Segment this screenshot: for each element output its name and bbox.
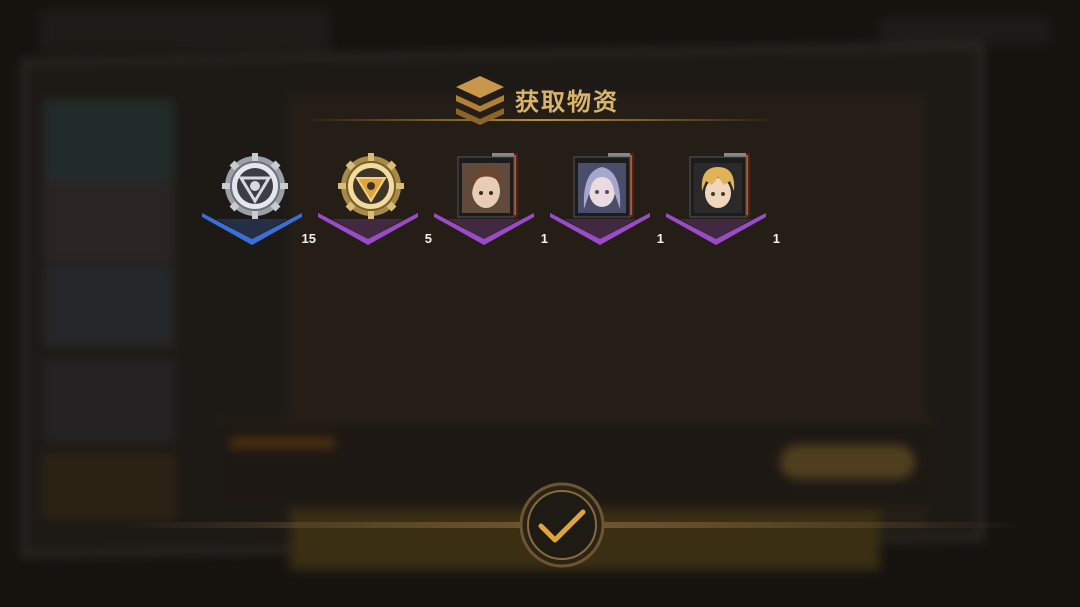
reward-item[interactable]: 1 — [546, 145, 664, 255]
rarity-chevron-purple — [666, 213, 766, 245]
reward-item[interactable]: 5 — [314, 145, 432, 255]
stacked-layers-icon — [456, 76, 504, 125]
reward-count: 1 — [772, 231, 780, 246]
rarity-chevron-purple — [318, 213, 418, 245]
confirm-divider-right — [602, 522, 1022, 528]
confirm-button[interactable] — [519, 482, 605, 568]
title-divider — [300, 119, 780, 121]
rarity-chevron-purple — [550, 213, 650, 245]
confirm-divider-left — [120, 522, 540, 528]
reward-item[interactable]: 1 — [430, 145, 548, 255]
reward-item[interactable]: 15 — [198, 145, 316, 255]
confirm-area — [0, 480, 1080, 570]
rarity-chevron-purple — [434, 213, 534, 245]
reward-list: 15 5 1 1 1 — [0, 145, 1080, 255]
dialog-title: 获取物资 — [515, 88, 619, 116]
rarity-chevron-blue — [202, 213, 302, 245]
reward-item[interactable]: 1 — [662, 145, 780, 255]
reward-dialog-header: 获取物资 — [0, 72, 1080, 128]
